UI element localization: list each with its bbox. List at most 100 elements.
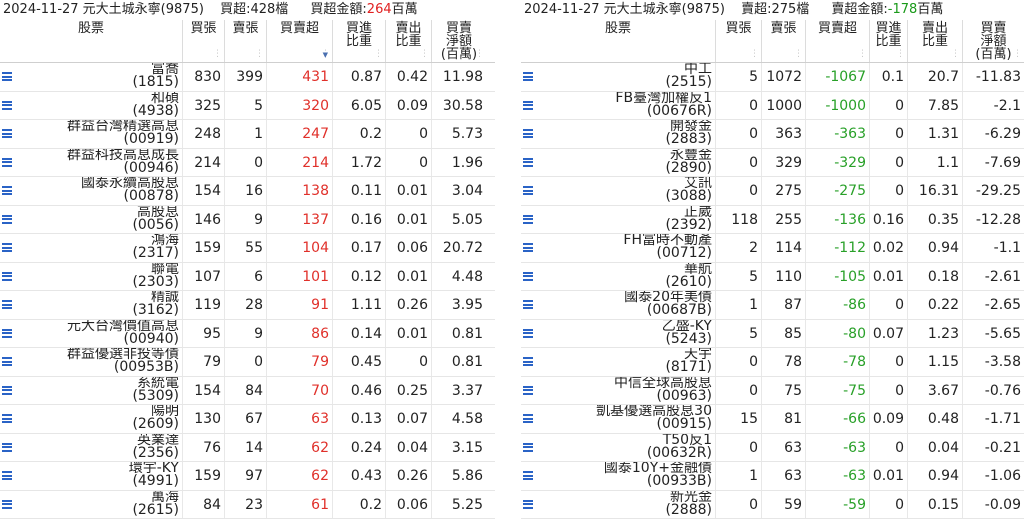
stock-cell[interactable]: 精誠(3162) [0, 291, 183, 319]
list-menu-icon[interactable] [523, 101, 533, 110]
table-row[interactable]: 正崴(2392)118255-1360.160.35-12.28 [521, 206, 1024, 235]
table-row[interactable]: 聯電(2303)10761010.120.014.48 [0, 263, 495, 292]
list-menu-icon[interactable] [523, 243, 533, 252]
stock-cell[interactable]: 和碩(4938) [0, 92, 183, 120]
stock-cell[interactable]: 艾訊(3088) [521, 177, 716, 205]
table-row[interactable]: 富喬(1815)8303994310.870.4211.98 [0, 63, 495, 92]
header-buy-lots[interactable]: 買張⋮ [716, 20, 762, 62]
table-row[interactable]: 環宇-KY(4991)15997620.430.265.86 [0, 462, 495, 491]
list-menu-icon[interactable] [523, 272, 533, 281]
table-row[interactable]: FB臺灣加權反1(00676R)01000-100007.85-2.1 [521, 92, 1024, 121]
sort-desc-icon[interactable]: ▼ [323, 49, 328, 62]
list-menu-icon[interactable] [523, 300, 533, 309]
list-menu-icon[interactable] [2, 471, 12, 480]
list-menu-icon[interactable] [2, 414, 12, 423]
list-menu-icon[interactable] [2, 72, 12, 81]
column-resize-handle[interactable]: ⋮ [794, 50, 803, 59]
stock-cell[interactable]: 鴻海(2317) [0, 234, 183, 262]
stock-cell[interactable]: 中工(2515) [521, 63, 716, 91]
list-menu-icon[interactable] [523, 215, 533, 224]
column-resize-handle[interactable]: ⋮ [420, 50, 429, 59]
list-menu-icon[interactable] [2, 215, 12, 224]
stock-cell[interactable]: 華航(2610) [521, 263, 716, 291]
header-sell-ratio[interactable]: 賣出 比重⋮ [386, 20, 432, 62]
table-row[interactable]: 艾訊(3088)0275-275016.31-29.25 [521, 177, 1024, 206]
table-row[interactable]: 英業達(2356)7614620.240.043.15 [0, 434, 495, 463]
column-resize-handle[interactable]: ⋮ [858, 50, 867, 59]
list-menu-icon[interactable] [2, 186, 12, 195]
column-resize-handle[interactable]: ⋮ [374, 50, 383, 59]
column-resize-handle[interactable]: ⋮ [1013, 50, 1022, 59]
list-menu-icon[interactable] [2, 158, 12, 167]
header-net-amount[interactable]: 買賣 淨額 (百萬)⋮ [432, 20, 486, 62]
table-row[interactable]: 系統電(5309)15484700.460.253.37 [0, 377, 495, 406]
stock-cell[interactable]: 乙盛-KY(5243) [521, 320, 716, 348]
stock-cell[interactable]: FH富時不動產(00712) [521, 234, 716, 262]
stock-cell[interactable]: 凱基優選高股息30(00915) [521, 405, 716, 433]
list-menu-icon[interactable] [2, 357, 12, 366]
list-menu-icon[interactable] [523, 500, 533, 509]
header-net-lots[interactable]: 買賣超⋮▼ [267, 20, 333, 62]
header-net-lots[interactable]: 買賣超⋮ [806, 20, 870, 62]
stock-cell[interactable]: 中信全球高股息(00963) [521, 377, 716, 405]
stock-cell[interactable]: 永豐金(2890) [521, 149, 716, 177]
list-menu-icon[interactable] [2, 443, 12, 452]
header-sell-lots[interactable]: 賣張⋮ [762, 20, 806, 62]
list-menu-icon[interactable] [523, 471, 533, 480]
header-buy-lots[interactable]: 買張⋮ [183, 20, 225, 62]
table-row[interactable]: FH富時不動產(00712)2114-1120.020.94-1.1 [521, 234, 1024, 263]
header-buy-ratio[interactable]: 買進 比重⋮ [870, 20, 908, 62]
list-menu-icon[interactable] [523, 186, 533, 195]
header-sell-lots[interactable]: 賣張⋮ [225, 20, 267, 62]
table-row[interactable]: 群益優選非投等債(00953B)790790.4500.81 [0, 348, 495, 377]
table-row[interactable]: 元大台灣價值高息(00940)959860.140.010.81 [0, 320, 495, 349]
table-row[interactable]: 國泰永續高股息(00878)154161380.110.013.04 [0, 177, 495, 206]
list-menu-icon[interactable] [2, 500, 12, 509]
table-row[interactable]: 華航(2610)5110-1050.010.18-2.61 [521, 263, 1024, 292]
list-menu-icon[interactable] [2, 243, 12, 252]
stock-cell[interactable]: 國泰20年美債(00687B) [521, 291, 716, 319]
header-net-amount[interactable]: 買賣 淨額 (百萬)⋮ [963, 20, 1024, 62]
table-row[interactable]: 開發金(2883)0363-36301.31-6.29 [521, 120, 1024, 149]
list-menu-icon[interactable] [2, 386, 12, 395]
list-menu-icon[interactable] [2, 272, 12, 281]
stock-cell[interactable]: 富喬(1815) [0, 63, 183, 91]
stock-cell[interactable]: 群益科技高息成長(00946) [0, 149, 183, 177]
table-row[interactable]: 國泰20年美債(00687B)187-8600.22-2.65 [521, 291, 1024, 320]
table-row[interactable]: 鴻海(2317)159551040.170.0620.72 [0, 234, 495, 263]
list-menu-icon[interactable] [523, 329, 533, 338]
stock-cell[interactable]: 陽明(2609) [0, 405, 183, 433]
stock-cell[interactable]: 群益台灣精選高息(00919) [0, 120, 183, 148]
header-stock[interactable]: 股票 [0, 20, 183, 62]
column-resize-handle[interactable]: ⋮ [951, 50, 960, 59]
header-stock[interactable]: 股票 [521, 20, 716, 62]
header-buy-ratio[interactable]: 買進 比重⋮ [333, 20, 386, 62]
list-menu-icon[interactable] [523, 129, 533, 138]
table-row[interactable]: T50反1(00632R)063-6300.04-0.21 [521, 434, 1024, 463]
table-row[interactable]: 乙盛-KY(5243)585-800.071.23-5.65 [521, 320, 1024, 349]
list-menu-icon[interactable] [523, 443, 533, 452]
column-resize-handle[interactable]: ⋮ [475, 50, 484, 59]
column-resize-handle[interactable]: ⋮ [213, 50, 222, 59]
table-row[interactable]: 群益台灣精選高息(00919)24812470.205.73 [0, 120, 495, 149]
stock-cell[interactable]: 正崴(2392) [521, 206, 716, 234]
stock-cell[interactable]: 系統電(5309) [0, 377, 183, 405]
column-resize-handle[interactable]: ⋮ [750, 50, 759, 59]
stock-cell[interactable]: 元大台灣價值高息(00940) [0, 320, 183, 348]
stock-cell[interactable]: T50反1(00632R) [521, 434, 716, 462]
list-menu-icon[interactable] [523, 386, 533, 395]
stock-cell[interactable]: 國泰永續高股息(00878) [0, 177, 183, 205]
table-row[interactable]: 高股息(0056)14691370.160.015.05 [0, 206, 495, 235]
list-menu-icon[interactable] [523, 357, 533, 366]
list-menu-icon[interactable] [523, 158, 533, 167]
table-row[interactable]: 和碩(4938)32553206.050.0930.58 [0, 92, 495, 121]
table-row[interactable]: 中工(2515)51072-10670.120.7-11.83 [521, 63, 1024, 92]
stock-cell[interactable]: FB臺灣加權反1(00676R) [521, 92, 716, 120]
stock-cell[interactable]: 環宇-KY(4991) [0, 462, 183, 490]
header-sell-ratio[interactable]: 賣出 比重⋮ [908, 20, 963, 62]
stock-cell[interactable]: 天宇(8171) [521, 348, 716, 376]
stock-cell[interactable]: 新光金(2888) [521, 491, 716, 519]
stock-cell[interactable]: 群益優選非投等債(00953B) [0, 348, 183, 376]
list-menu-icon[interactable] [2, 300, 12, 309]
stock-cell[interactable]: 萬海(2615) [0, 491, 183, 519]
